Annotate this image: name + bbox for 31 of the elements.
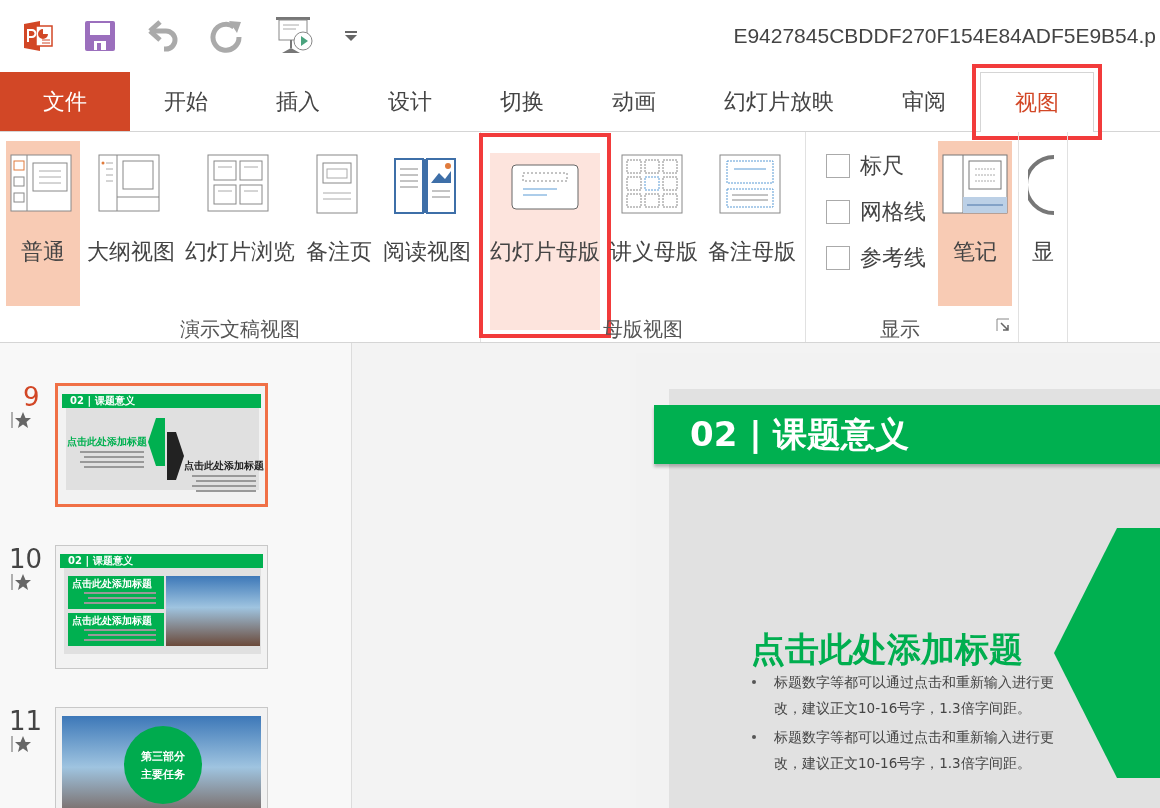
- slide-heading: 点击此处添加标题: [72, 578, 152, 589]
- window-title: E9427845CBDDF270F154E84ADF5E9B54.p: [733, 24, 1156, 48]
- ribbon-button[interactable]: 阅读视图: [380, 141, 474, 306]
- bullet-text: 标题数字等都可以通过点击和重新输入进行更改，建议正文10-16号字，1.3倍字间距。: [774, 673, 1055, 718]
- section-title: 第三部分: [141, 748, 185, 764]
- ribbon-button[interactable]: 备注页: [302, 141, 376, 306]
- checkbox[interactable]: 标尺: [826, 151, 926, 181]
- section-title: 主要任务: [141, 766, 185, 782]
- slide-title: 02 | 课题意义: [60, 554, 263, 568]
- ribbon-button[interactable]: 大纲视图: [84, 141, 178, 306]
- slide-thumbnail[interactable]: 02 | 课题意义 点击此处添加标题 点击此处添加标题: [55, 383, 268, 507]
- ribbon-button[interactable]: 普通: [6, 141, 80, 306]
- slide-title: 02 | 课题意义: [690, 413, 910, 456]
- slide-number: 9: [23, 383, 40, 411]
- slide-heading: 点击此处添加标题: [184, 460, 264, 471]
- slide-number: 11: [9, 707, 43, 735]
- slide-title: 02 | 课题意义: [62, 394, 261, 408]
- slide-number: 10: [9, 545, 43, 573]
- checkbox[interactable]: 网格线: [826, 197, 926, 227]
- file-tab[interactable]: 文件: [0, 72, 130, 131]
- group-label: 显示: [879, 316, 921, 343]
- checkbox[interactable]: 参考线: [826, 243, 926, 273]
- group-label: 演示文稿视图: [179, 316, 301, 343]
- bullet-text: 标题数字等都可以通过点击和重新输入进行更改，建议正文10-16号字，1.3倍字间距。: [774, 728, 1055, 773]
- ribbon-button[interactable]: 幻灯片浏览: [182, 141, 298, 306]
- ribbon-button[interactable]: 备注母版: [705, 141, 799, 306]
- ribbon-button[interactable]: 显: [1025, 141, 1061, 306]
- slide-heading: 点击此处添加标题: [67, 436, 147, 447]
- ribbon-button[interactable]: 笔记: [938, 141, 1012, 306]
- slide-heading: 点击此处添加标题: [72, 615, 152, 626]
- slide-heading: 点击此处添加标题: [751, 629, 1023, 669]
